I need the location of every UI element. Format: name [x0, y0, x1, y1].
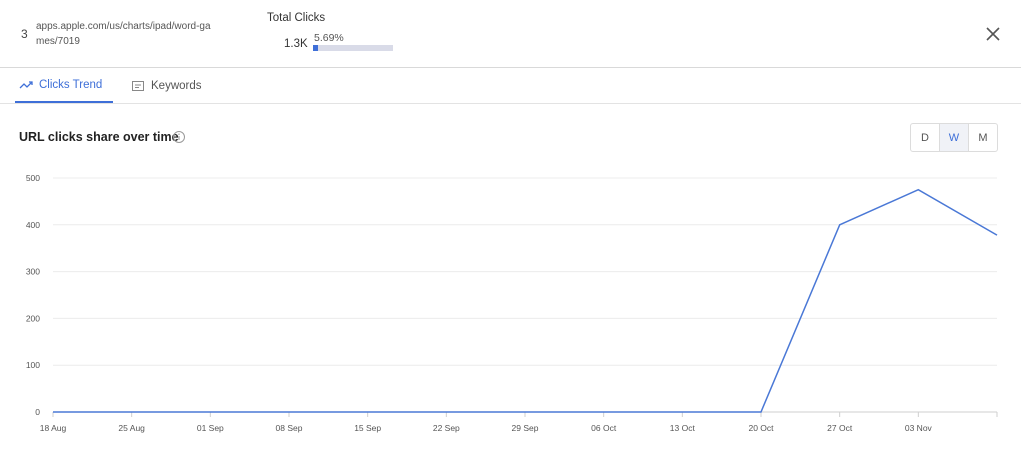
- y-tick-label: 500: [26, 173, 40, 183]
- y-tick-label: 100: [26, 360, 40, 370]
- total-clicks-value: 1.3K: [284, 38, 308, 50]
- rank-number: 3: [21, 27, 28, 41]
- close-icon: [986, 27, 1000, 41]
- detail-header: 3 apps.apple.com/us/charts/ipad/word-gam…: [0, 0, 1021, 68]
- tab-clicks-trend[interactable]: Clicks Trend: [15, 68, 113, 103]
- x-tick-label: 20 Oct: [748, 423, 774, 433]
- y-tick-label: 400: [26, 220, 40, 230]
- x-tick-label: 22 Sep: [433, 423, 460, 433]
- x-tick-label: 29 Sep: [512, 423, 539, 433]
- x-tick-label: 27 Oct: [827, 423, 853, 433]
- close-button[interactable]: [983, 24, 1003, 44]
- clicks-share-bar-fill: [313, 45, 318, 51]
- series-line: [53, 188, 998, 413]
- info-icon[interactable]: [172, 130, 186, 144]
- tab-clicks-trend-label: Clicks Trend: [39, 78, 103, 91]
- x-tick-label: 18 Aug: [40, 423, 67, 433]
- keywords-icon: [131, 79, 145, 93]
- granularity-month-button[interactable]: M: [969, 124, 997, 151]
- tab-bar: Clicks Trend Keywords: [0, 68, 1021, 104]
- granularity-day-button[interactable]: D: [911, 124, 939, 151]
- trend-icon: [19, 78, 33, 92]
- x-tick-label: 06 Oct: [591, 423, 617, 433]
- x-tick-label: 01 Sep: [197, 423, 224, 433]
- clicks-share-percent: 5.69%: [314, 32, 344, 44]
- x-tick-label: 15 Sep: [354, 423, 381, 433]
- total-clicks-label: Total Clicks: [267, 12, 326, 24]
- url-text[interactable]: apps.apple.com/us/charts/ipad/word-games…: [36, 19, 214, 49]
- y-tick-label: 200: [26, 313, 40, 323]
- x-tick-label: 08 Sep: [276, 423, 303, 433]
- clicks-share-bar: [313, 45, 393, 51]
- granularity-selector: D W M: [910, 123, 998, 152]
- chart-title: URL clicks share over time: [19, 130, 179, 144]
- y-tick-label: 300: [26, 267, 40, 277]
- x-tick-label: 03 Nov: [905, 423, 933, 433]
- tab-keywords[interactable]: Keywords: [131, 68, 202, 103]
- x-tick-label: 13 Oct: [670, 423, 696, 433]
- clicks-trend-chart: 0 100 200 300 400 500 18 Aug 25 Aug 01 Sep 08 Sep…: [26, 173, 998, 433]
- y-tick-label: 0: [35, 407, 40, 417]
- granularity-week-button[interactable]: W: [939, 124, 969, 151]
- tab-keywords-label: Keywords: [151, 79, 202, 92]
- x-tick-label: 25 Aug: [118, 423, 145, 433]
